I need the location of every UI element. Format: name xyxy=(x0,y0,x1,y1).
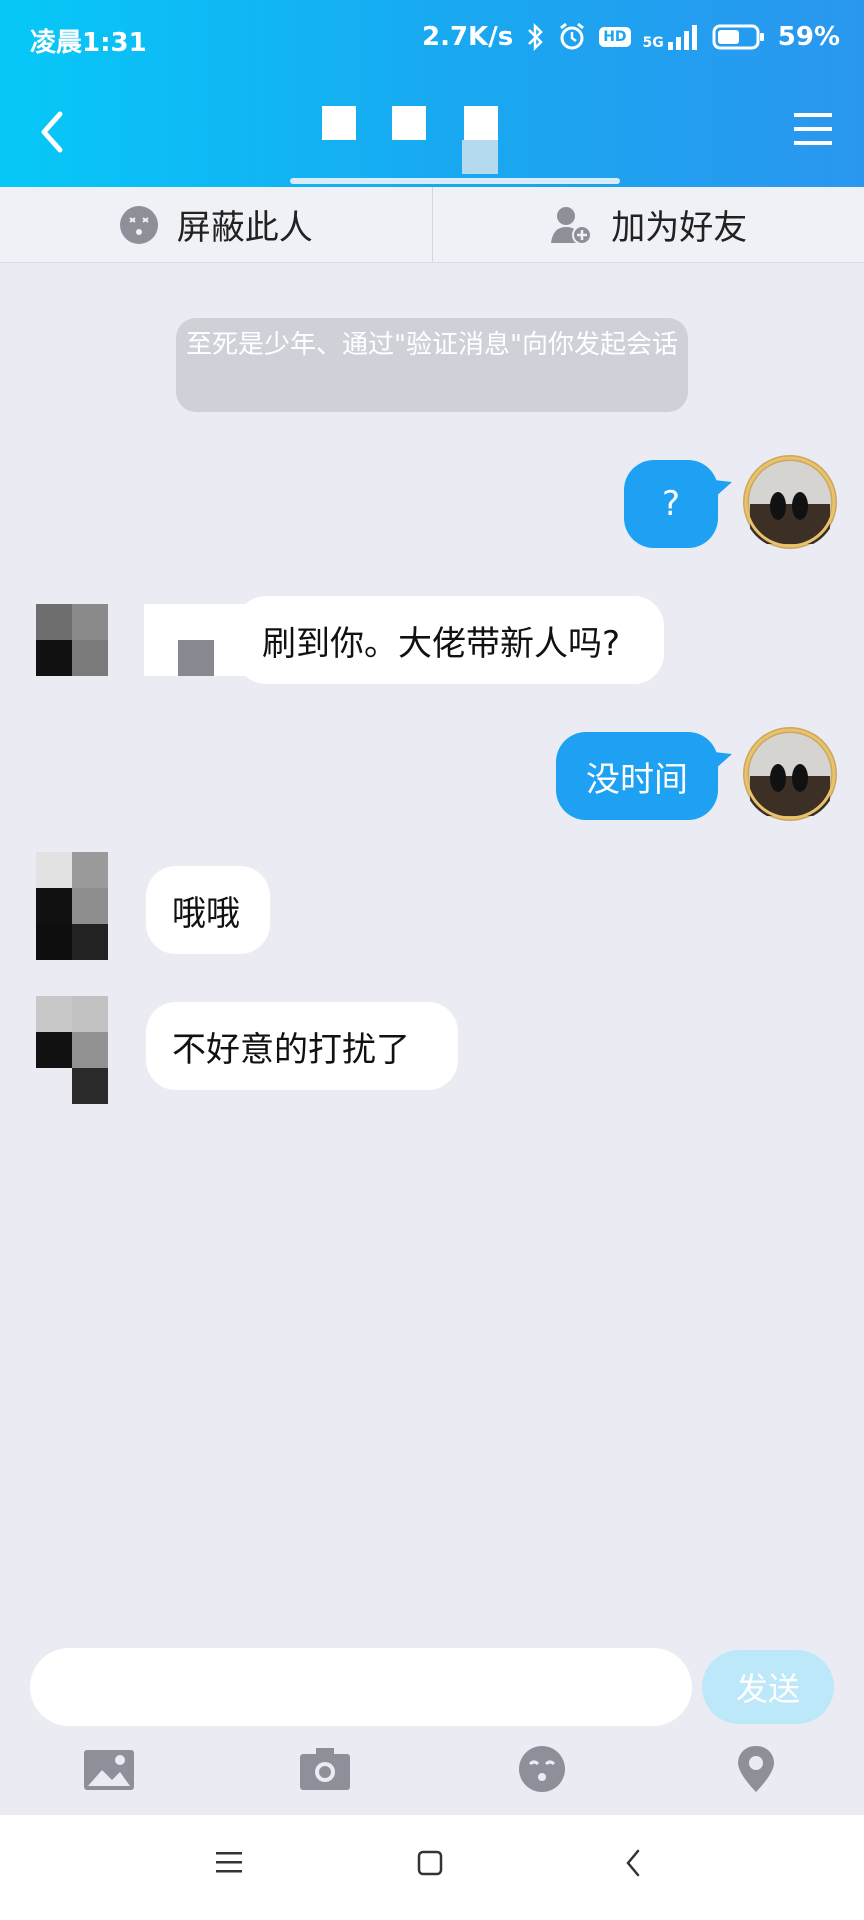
message-bubble-in[interactable]: 刷到你。大佬带新人吗? xyxy=(236,596,664,684)
nav-bar xyxy=(0,78,864,187)
alarm-icon xyxy=(560,22,585,50)
battery-icon xyxy=(712,24,764,50)
my-avatar[interactable] xyxy=(742,726,838,822)
image-icon[interactable] xyxy=(82,1744,138,1794)
status-indicators: 2.7K/s HD 5G 59% xyxy=(422,22,840,52)
message-text: 没时间 xyxy=(586,759,688,800)
menu-icon[interactable] xyxy=(214,1849,244,1875)
message-bubble-in[interactable]: 不好意的打扰了 xyxy=(146,1002,458,1090)
hd-icon: HD xyxy=(599,27,631,47)
status-bar: 凌晨1:31 2.7K/s HD 5G 59% xyxy=(0,0,864,78)
add-friend-label: 加为好友 xyxy=(611,208,748,248)
add-friend-button[interactable]: 加为好友 xyxy=(431,187,864,262)
menu-button[interactable] xyxy=(792,110,834,148)
home-icon[interactable] xyxy=(416,1849,444,1877)
message-input[interactable] xyxy=(30,1648,692,1726)
back-button[interactable] xyxy=(30,104,76,160)
message-bubble-out[interactable]: ? xyxy=(624,460,718,548)
message-bubble-out[interactable]: 没时间 xyxy=(556,732,718,820)
message-bubble-in[interactable]: 哦哦 xyxy=(146,866,270,954)
block-user-button[interactable]: 屏蔽此人 xyxy=(0,187,432,262)
network-speed: 2.7K/s xyxy=(422,22,514,52)
contact-avatar-masked[interactable] xyxy=(36,852,108,960)
battery-percent: 59% xyxy=(777,22,840,52)
contact-avatar-masked[interactable] xyxy=(36,604,108,676)
emoji-icon[interactable] xyxy=(514,1744,570,1794)
title-mask-block xyxy=(462,140,498,174)
status-time: 凌晨1:31 xyxy=(30,28,147,58)
message-text: 不好意的打扰了 xyxy=(172,1029,410,1070)
title-underline xyxy=(290,178,620,184)
block-user-label: 屏蔽此人 xyxy=(176,208,313,248)
bubble-tail xyxy=(714,480,732,498)
network-type: 5G xyxy=(643,24,700,50)
title-mask-block xyxy=(322,106,356,140)
message-text: ? xyxy=(661,484,681,524)
contact-avatar-masked[interactable] xyxy=(36,996,108,1104)
avatar-image xyxy=(743,455,837,549)
block-face-icon xyxy=(119,205,158,244)
bubble-tail xyxy=(714,752,732,770)
send-button[interactable]: 发送 xyxy=(702,1650,834,1724)
system-nav-bar xyxy=(0,1815,864,1920)
back-icon[interactable] xyxy=(622,1847,644,1879)
signal-icon xyxy=(667,25,697,50)
mask-block xyxy=(178,640,214,676)
camera-icon[interactable] xyxy=(298,1744,354,1794)
message-text: 哦哦 xyxy=(172,893,240,934)
message-text: 刷到你。大佬带新人吗? xyxy=(262,623,621,664)
action-bar: 屏蔽此人 加为好友 xyxy=(0,187,864,263)
avatar-image xyxy=(743,727,837,821)
my-avatar[interactable] xyxy=(742,454,838,550)
header: 凌晨1:31 2.7K/s HD 5G 59% xyxy=(0,0,864,187)
location-icon[interactable] xyxy=(728,1744,784,1794)
add-friend-icon xyxy=(551,206,593,245)
title-mask-block xyxy=(392,106,426,140)
title-mask-block xyxy=(464,106,498,140)
system-message: 至死是少年、通过"验证消息"向你发起会话 xyxy=(176,318,688,412)
bluetooth-icon xyxy=(528,23,543,51)
